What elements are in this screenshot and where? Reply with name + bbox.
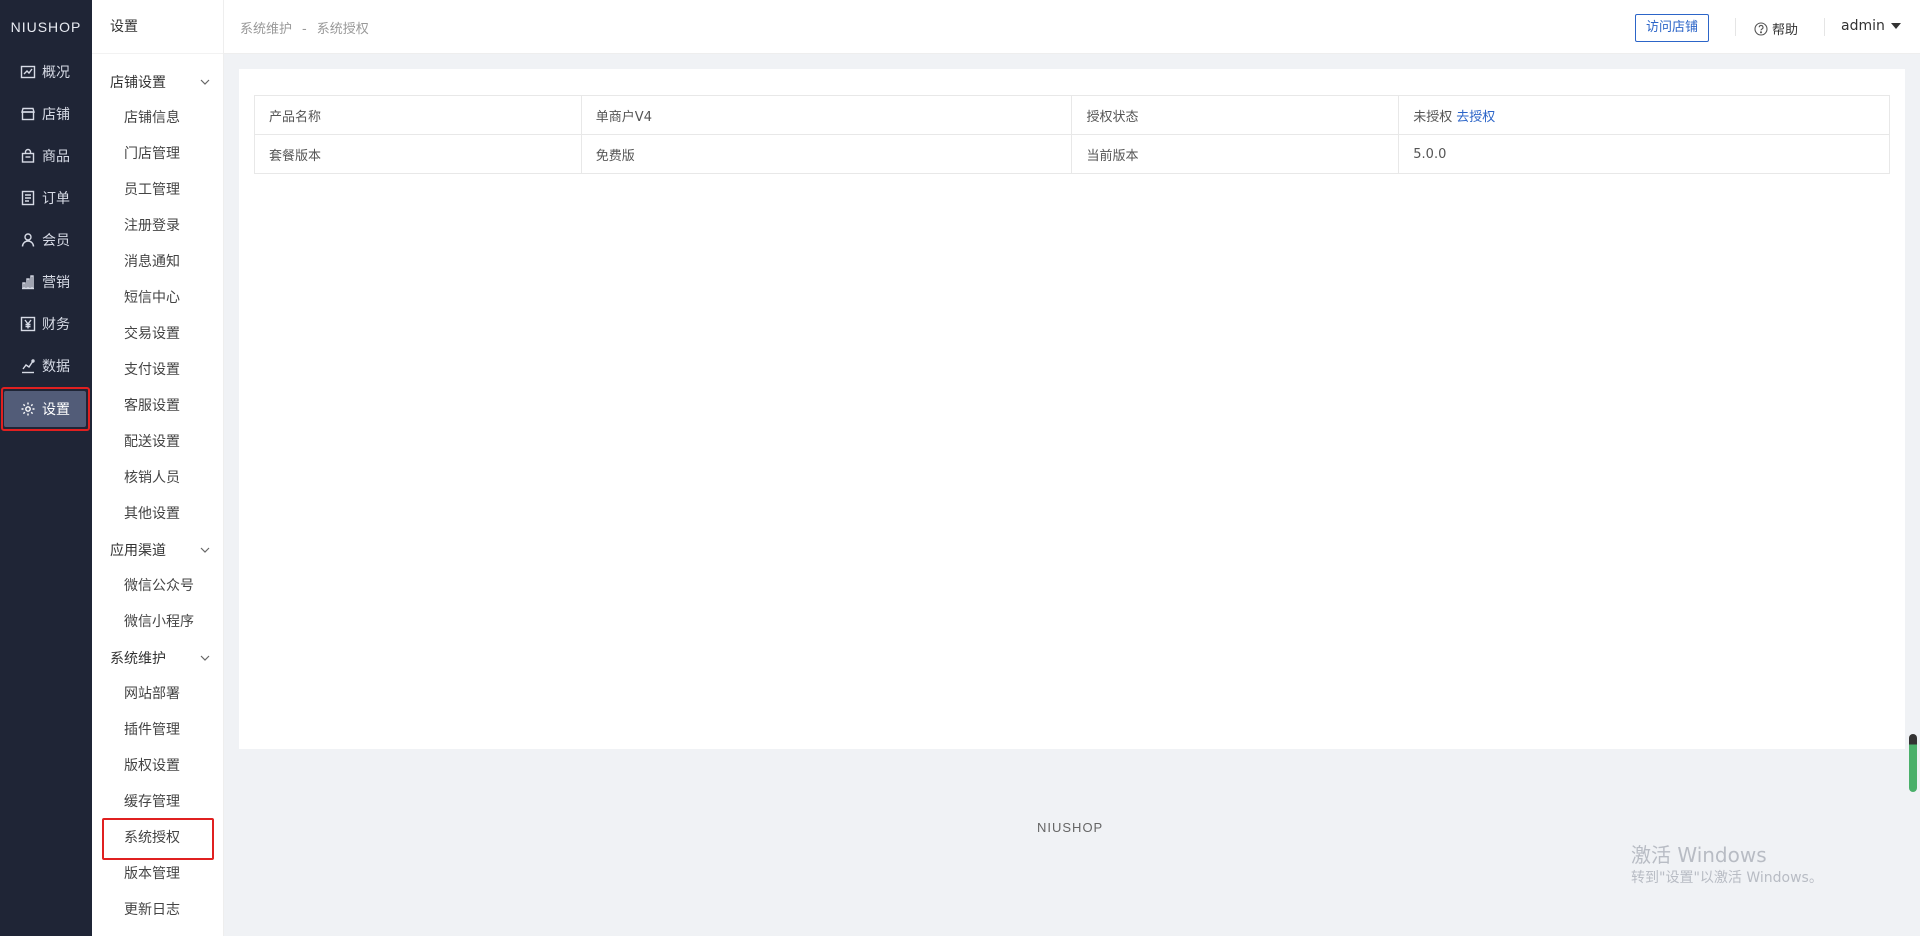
question-circle-icon bbox=[1754, 21, 1768, 36]
cell-value: 单商户V4 bbox=[580, 95, 1073, 135]
breadcrumb-item[interactable]: 系统维护 bbox=[240, 22, 292, 37]
submenu-item-wechat-official[interactable]: 微信公众号 bbox=[124, 568, 194, 604]
settings-submenu: 设置 店铺设置 店铺信息 门店管理 员工管理 注册登录 消息通知 短信中心 交易… bbox=[92, 0, 224, 936]
auth-info-card: 产品名称 单商户V4 授权状态 未授权 去授权 套餐版本 免费版 当前版本 5.0… bbox=[239, 69, 1905, 749]
submenu-item-sms-center[interactable]: 短信中心 bbox=[124, 280, 180, 316]
submenu-item-payment-settings[interactable]: 支付设置 bbox=[124, 352, 180, 388]
submenu-item-outlet-mgmt[interactable]: 门店管理 bbox=[124, 136, 180, 172]
rail-item-shop[interactable]: 店铺 bbox=[4, 96, 86, 132]
rail-item-data[interactable]: 数据 bbox=[4, 348, 86, 384]
username: admin bbox=[1841, 18, 1885, 34]
app-root: NIUSHOP 概况 店铺 商品 订单 会员 营销 财务 数据 设置 设置 店铺… bbox=[0, 0, 1920, 936]
submenu-item-store-info[interactable]: 店铺信息 bbox=[124, 100, 180, 136]
rail-item-label: 商品 bbox=[42, 149, 70, 165]
submenu-group-system[interactable]: 系统维护 bbox=[92, 640, 224, 676]
bag-icon bbox=[20, 148, 36, 164]
submenu-group-store-settings[interactable]: 店铺设置 bbox=[92, 64, 224, 100]
submenu-item-system-auth[interactable]: 系统授权 bbox=[102, 818, 214, 860]
submenu-item-wechat-miniapp[interactable]: 微信小程序 bbox=[124, 604, 194, 640]
gear-icon bbox=[20, 401, 36, 417]
breadcrumb: 系统维护 - 系统授权 bbox=[240, 18, 369, 37]
brand-logo[interactable]: NIUSHOP bbox=[0, 0, 92, 54]
data-chart-icon bbox=[20, 358, 36, 374]
authorize-link[interactable]: 去授权 bbox=[1456, 110, 1495, 125]
rail-item-label: 概况 bbox=[42, 65, 70, 81]
table-row: 产品名称 单商户V4 授权状态 未授权 去授权 bbox=[254, 95, 1890, 135]
chevron-down-icon bbox=[200, 79, 210, 85]
rail-item-goods[interactable]: 商品 bbox=[4, 138, 86, 174]
submenu-item-changelog[interactable]: 更新日志 bbox=[124, 892, 180, 928]
submenu-item-trade-settings[interactable]: 交易设置 bbox=[124, 316, 180, 352]
rail-item-label: 订单 bbox=[42, 191, 70, 207]
submenu-item-other-settings[interactable]: 其他设置 bbox=[124, 496, 180, 532]
caret-down-icon bbox=[1890, 23, 1901, 29]
submenu-item-service-settings[interactable]: 客服设置 bbox=[124, 388, 180, 424]
rail-item-marketing[interactable]: 营销 bbox=[4, 264, 86, 300]
chevron-down-icon bbox=[200, 655, 210, 661]
rail-item-label: 设置 bbox=[42, 402, 70, 418]
bar-chart-icon bbox=[20, 274, 36, 290]
yen-icon bbox=[20, 316, 36, 332]
chevron-down-icon bbox=[200, 547, 210, 553]
watermark-subtitle: 转到"设置"以激活 Windows。 bbox=[1631, 870, 1823, 886]
top-bar: 系统维护 - 系统授权 访问店铺 帮助 admin bbox=[224, 0, 1920, 54]
cell-value-auth-status: 未授权 去授权 bbox=[1398, 95, 1890, 135]
rail-item-label: 财务 bbox=[42, 317, 70, 333]
group-label: 应用渠道 bbox=[110, 543, 166, 559]
auth-status-text: 未授权 bbox=[1413, 109, 1453, 125]
watermark-title: 激活 Windows bbox=[1631, 843, 1767, 867]
main-nav-rail: NIUSHOP 概况 店铺 商品 订单 会员 营销 财务 数据 设置 bbox=[0, 0, 92, 936]
submenu-item-copyright[interactable]: 版权设置 bbox=[124, 748, 180, 784]
help-label: 帮助 bbox=[1772, 23, 1799, 38]
scrollbar-thumb[interactable] bbox=[1909, 734, 1917, 792]
cell-label: 产品名称 bbox=[254, 95, 582, 135]
submenu-group-channels[interactable]: 应用渠道 bbox=[92, 532, 224, 568]
cell-label: 授权状态 bbox=[1071, 95, 1400, 135]
line-chart-icon bbox=[20, 64, 36, 80]
submenu-item-version-mgmt[interactable]: 版本管理 bbox=[124, 856, 180, 892]
rail-item-members[interactable]: 会员 bbox=[4, 222, 86, 258]
visit-store-button[interactable]: 访问店铺 bbox=[1635, 14, 1710, 42]
auth-info-table: 产品名称 单商户V4 授权状态 未授权 去授权 套餐版本 免费版 当前版本 5.0… bbox=[254, 95, 1890, 174]
submenu-item-plugin-mgmt[interactable]: 插件管理 bbox=[124, 712, 180, 748]
cell-label: 当前版本 bbox=[1071, 134, 1400, 174]
order-list-icon bbox=[20, 190, 36, 206]
help-link[interactable]: 帮助 bbox=[1754, 19, 1798, 38]
table-row: 套餐版本 免费版 当前版本 5.0.0 bbox=[254, 134, 1890, 174]
rail-item-label: 店铺 bbox=[42, 107, 70, 123]
group-label: 系统维护 bbox=[110, 651, 166, 667]
breadcrumb-item-current: 系统授权 bbox=[316, 22, 369, 37]
rail-item-finance[interactable]: 财务 bbox=[4, 306, 86, 342]
user-menu[interactable]: admin bbox=[1841, 18, 1901, 34]
windows-activation-watermark: 激活 Windows 转到"设置"以激活 Windows。 bbox=[1631, 842, 1823, 888]
footer-logo: NIUSHOP bbox=[1037, 820, 1104, 835]
submenu-item-register-login[interactable]: 注册登录 bbox=[124, 208, 180, 244]
submenu-item-cache-mgmt[interactable]: 缓存管理 bbox=[124, 784, 180, 820]
breadcrumb-separator: - bbox=[302, 22, 307, 37]
user-icon bbox=[20, 232, 36, 248]
cell-label: 套餐版本 bbox=[254, 134, 582, 174]
rail-item-label: 营销 bbox=[42, 275, 70, 291]
group-label: 店铺设置 bbox=[110, 75, 166, 91]
submenu-item-verifiers[interactable]: 核销人员 bbox=[124, 460, 180, 496]
cell-value: 免费版 bbox=[580, 134, 1073, 174]
submenu-item-staff-mgmt[interactable]: 员工管理 bbox=[124, 172, 180, 208]
submenu-item-delivery-settings[interactable]: 配送设置 bbox=[124, 424, 180, 460]
shop-icon bbox=[20, 106, 36, 122]
rail-item-overview[interactable]: 概况 bbox=[4, 54, 86, 90]
rail-item-settings[interactable]: 设置 bbox=[1, 387, 90, 431]
submenu-item-site-deploy[interactable]: 网站部署 bbox=[124, 676, 180, 712]
rail-item-label: 数据 bbox=[42, 359, 70, 375]
cell-value: 5.0.0 bbox=[1398, 134, 1890, 174]
submenu-item-notifications[interactable]: 消息通知 bbox=[124, 244, 180, 280]
submenu-title: 设置 bbox=[92, 0, 223, 54]
rail-item-label: 会员 bbox=[42, 233, 70, 249]
divider bbox=[1824, 18, 1825, 36]
rail-item-orders[interactable]: 订单 bbox=[4, 180, 86, 216]
divider bbox=[1735, 18, 1736, 36]
